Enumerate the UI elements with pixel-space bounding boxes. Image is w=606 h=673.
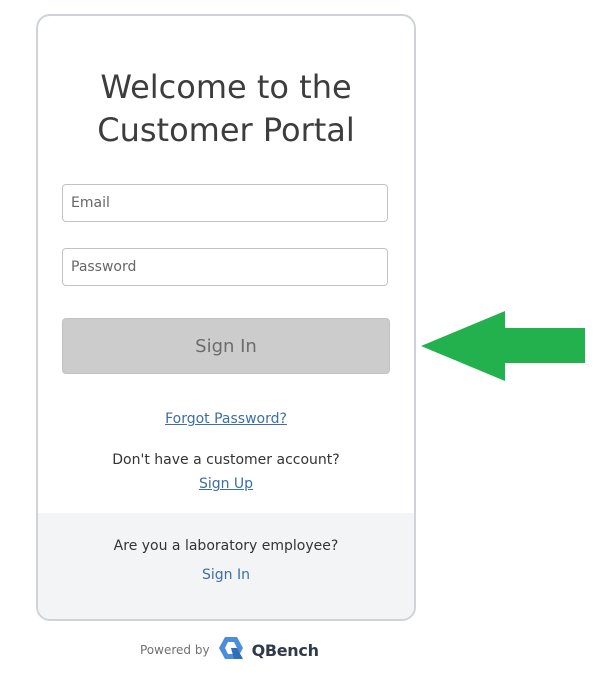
sign-in-button[interactable]: Sign In bbox=[62, 318, 390, 374]
employee-sign-in-row: Sign In bbox=[38, 567, 414, 583]
password-field[interactable] bbox=[62, 248, 388, 286]
powered-by-text: Powered by bbox=[140, 643, 210, 657]
green-arrow-icon bbox=[421, 311, 585, 381]
employee-question: Are you a laboratory employee? bbox=[113, 538, 339, 554]
forgot-password-link[interactable]: Forgot Password? bbox=[165, 411, 287, 427]
brand-name: QBench bbox=[251, 640, 319, 660]
sign-up-link[interactable]: Sign Up bbox=[199, 476, 253, 492]
employee-section: Are you a laboratory employee? Sign In bbox=[38, 513, 414, 619]
sign-up-row: Sign Up bbox=[38, 476, 414, 492]
qbench-logo-icon bbox=[218, 636, 244, 664]
title-line-2: Customer Portal bbox=[97, 111, 355, 149]
forgot-password-row: Forgot Password? bbox=[38, 411, 414, 427]
email-field[interactable] bbox=[62, 184, 388, 222]
powered-by: Powered by QBench bbox=[140, 636, 319, 664]
title-line-1: Welcome to the bbox=[100, 68, 352, 106]
page-title: Welcome to the Customer Portal bbox=[38, 66, 414, 152]
employee-sign-in-link[interactable]: Sign In bbox=[202, 567, 250, 583]
login-card: Welcome to the Customer Portal Sign In F… bbox=[36, 14, 416, 621]
no-account-text: Don't have a customer account? bbox=[112, 452, 340, 468]
